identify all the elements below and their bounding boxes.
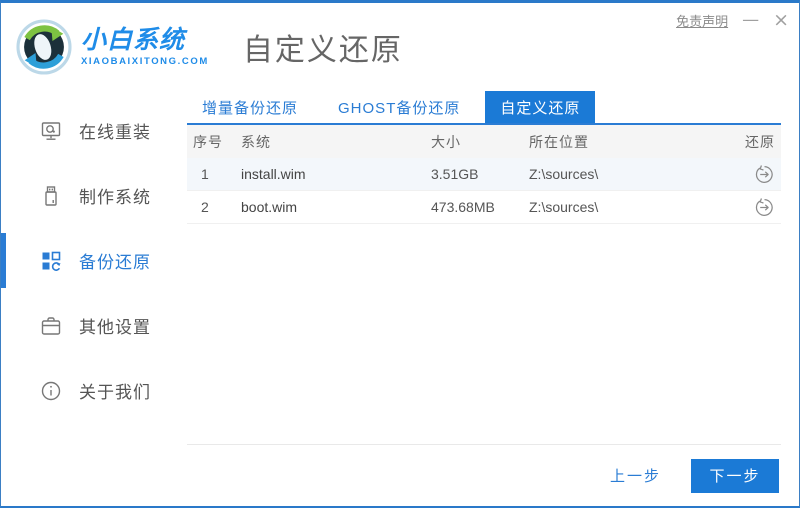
brand-domain: XIAOBAIXITONG.COM	[81, 55, 209, 67]
sidebar: 在线重装 制作系统 备份还原 其他设置 关于我们	[1, 91, 187, 506]
next-step-button[interactable]: 下一步	[691, 458, 779, 493]
tab-ghost-backup-restore[interactable]: GHOST备份还原	[323, 91, 475, 123]
tab-incremental-backup-restore[interactable]: 增量备份还原	[187, 91, 313, 123]
brand-text: 小白系统 XIAOBAIXITONG.COM	[81, 27, 209, 66]
window-controls: 免责声明 — ×	[676, 11, 789, 30]
sidebar-item-label: 备份还原	[79, 253, 151, 272]
table-row: 1 install.wim 3.51GB Z:\sources\	[187, 158, 781, 191]
col-header-index: 序号	[193, 133, 223, 150]
header: 小白系统 XIAOBAIXITONG.COM 自定义还原 免责声明 — ×	[1, 3, 799, 91]
close-icon[interactable]: ×	[773, 11, 789, 30]
table-header-row: 序号 系统 大小 所在位置 还原	[187, 125, 781, 158]
col-header-size: 大小	[431, 133, 461, 150]
sidebar-item-label: 关于我们	[79, 383, 151, 402]
row-system: boot.wim	[241, 199, 298, 215]
col-header-location: 所在位置	[529, 133, 589, 150]
col-header-system: 系统	[241, 133, 271, 150]
footer: 上一步 下一步	[187, 444, 781, 506]
sidebar-item-label: 制作系统	[79, 188, 151, 207]
col-header-restore: 还原	[745, 133, 775, 150]
table-row: 2 boot.wim 473.68MB Z:\sources\	[187, 191, 781, 224]
row-location: Z:\sources\	[529, 166, 599, 182]
row-location: Z:\sources\	[529, 199, 599, 215]
backup-grid-icon	[39, 249, 63, 273]
brand-name: 小白系统	[81, 26, 186, 55]
row-index: 1	[201, 166, 209, 182]
usb-drive-icon	[39, 184, 63, 208]
sidebar-item-label: 其他设置	[79, 318, 151, 337]
sidebar-item-other-settings[interactable]: 其他设置	[1, 293, 187, 358]
disclaimer-link[interactable]: 免责声明	[676, 11, 728, 30]
brand-logo-icon	[16, 19, 72, 75]
toolbox-icon	[39, 314, 63, 338]
sidebar-item-label: 在线重装	[79, 123, 151, 142]
row-size: 473.68MB	[431, 199, 495, 215]
info-circle-icon	[39, 379, 63, 403]
content: 增量备份还原 GHOST备份还原 自定义还原 序号 系统 大小 所在位置 还原 …	[187, 91, 799, 506]
sidebar-item-about-us[interactable]: 关于我们	[1, 358, 187, 423]
row-size: 3.51GB	[431, 166, 479, 182]
tab-custom-restore[interactable]: 自定义还原	[485, 91, 596, 123]
sidebar-item-backup-restore[interactable]: 备份还原	[1, 228, 187, 293]
sidebar-item-make-system[interactable]: 制作系统	[1, 163, 187, 228]
row-system: install.wim	[241, 166, 306, 182]
restore-history-icon[interactable]	[754, 164, 775, 185]
page-title: 自定义还原	[242, 34, 403, 67]
minimize-icon[interactable]: —	[742, 12, 759, 29]
prev-step-button[interactable]: 上一步	[610, 465, 661, 486]
monitor-reinstall-icon	[39, 119, 63, 143]
sidebar-item-online-reinstall[interactable]: 在线重装	[1, 98, 187, 163]
row-index: 2	[201, 199, 209, 215]
body: 在线重装 制作系统 备份还原 其他设置 关于我们 增量备份还原 GHOST备份还…	[1, 91, 799, 506]
app-window: 小白系统 XIAOBAIXITONG.COM 自定义还原 免责声明 — × 在线…	[0, 0, 800, 508]
tab-bar: 增量备份还原 GHOST备份还原 自定义还原	[187, 91, 781, 125]
restore-history-icon[interactable]	[754, 197, 775, 218]
